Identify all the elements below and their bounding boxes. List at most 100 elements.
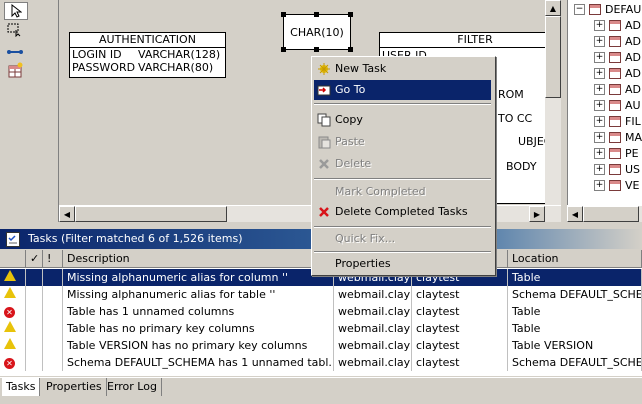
expand-icon[interactable]: +: [594, 163, 605, 175]
tree-item[interactable]: + MA: [568, 129, 642, 145]
folder-cell: claytest: [412, 286, 508, 303]
tree-item[interactable]: + AD: [568, 33, 641, 49]
tree-item[interactable]: + PE: [568, 145, 639, 161]
tree-item[interactable]: + US: [568, 161, 640, 177]
menu-label: Go To: [335, 83, 366, 96]
column-fragment: ROM: [498, 88, 524, 101]
location-cell: Table: [508, 269, 642, 286]
menu-item-delete-completed[interactable]: Delete Completed Tasks: [314, 202, 491, 222]
table-icon: [609, 51, 621, 63]
folder-cell: claytest: [412, 320, 508, 337]
menu-separator: [314, 178, 491, 180]
table-row[interactable]: ✕ Schema DEFAULT_SCHEMA has 1 unnamed tab…: [0, 354, 642, 371]
priority-cell: [43, 337, 63, 354]
severity-cell: ✕: [0, 303, 26, 320]
connection-tool-icon[interactable]: [4, 44, 26, 60]
menu-label: Properties: [335, 257, 391, 270]
outline-tree[interactable]: − DEFAU + AD + AD + AD + AD + AD + AU + FIL + MA + PE + US +…: [567, 0, 642, 222]
tool-palette: [0, 0, 59, 222]
menu-item-go-to[interactable]: Go To: [314, 80, 491, 100]
column-header-completed[interactable]: ✓: [26, 250, 43, 268]
tab-error-log[interactable]: Error Log: [103, 378, 162, 396]
tree-item[interactable]: + FIL: [568, 113, 641, 129]
tree-item[interactable]: + AU: [568, 97, 641, 113]
expand-icon[interactable]: +: [594, 131, 605, 143]
warning-icon: [4, 321, 16, 332]
collapse-icon[interactable]: −: [574, 3, 585, 15]
new-task-icon: [318, 63, 330, 75]
menu-label: Delete Completed Tasks: [335, 205, 468, 218]
scroll-thumb[interactable]: [545, 16, 561, 98]
column-header-checkbox[interactable]: [0, 250, 26, 268]
table-icon: [609, 35, 621, 47]
scroll-left-icon[interactable]: ◀: [59, 206, 75, 222]
table-icon: [609, 83, 621, 95]
expand-icon[interactable]: +: [594, 179, 605, 191]
description-cell: Missing alphanumeric alias for column '': [63, 269, 334, 286]
scroll-right-icon[interactable]: ▶: [529, 206, 545, 222]
menu-separator: [314, 226, 491, 228]
expand-icon[interactable]: +: [594, 35, 605, 47]
tree-root-label: DEFAU: [605, 2, 642, 16]
table-row[interactable]: ✕ Table has 1 unnamed columns webmail.clay…: [0, 303, 642, 320]
scroll-thumb[interactable]: [75, 206, 227, 222]
schema-icon: [589, 3, 601, 15]
menu-item-copy[interactable]: Copy: [314, 110, 491, 130]
copy-icon: [317, 113, 331, 127]
selected-column-box[interactable]: CHAR(10): [281, 12, 353, 52]
tree-item-label: AD: [625, 82, 641, 96]
tree-item-label: AD: [625, 50, 641, 64]
context-menu[interactable]: New Task Go To Copy Paste Delete Mark Co…: [311, 56, 496, 276]
scroll-up-icon[interactable]: ▲: [545, 0, 561, 16]
menu-separator: [314, 103, 491, 105]
warning-icon: [4, 270, 16, 281]
severity-cell: ✕: [0, 354, 26, 371]
scroll-left-icon[interactable]: ◀: [567, 206, 583, 222]
new-table-tool-icon[interactable]: [4, 62, 26, 78]
priority-cell: [43, 303, 63, 320]
tree-item[interactable]: + AD: [568, 65, 641, 81]
column-header-priority[interactable]: !: [43, 250, 63, 268]
tree-horizontal-scrollbar[interactable]: ◀: [567, 205, 642, 222]
tree-item[interactable]: + AD: [568, 49, 641, 65]
expand-icon[interactable]: +: [594, 99, 605, 111]
tree-item[interactable]: + VE: [568, 177, 639, 193]
column-row: LOGIN ID VARCHAR(128): [70, 48, 225, 61]
expand-icon[interactable]: +: [594, 51, 605, 63]
authentication-table[interactable]: AUTHENTICATION LOGIN ID VARCHAR(128) PASS…: [69, 32, 226, 78]
menu-item-new-task[interactable]: New Task: [314, 59, 491, 79]
column-header-description[interactable]: Description: [63, 250, 334, 268]
column-header-location[interactable]: Location: [508, 250, 642, 268]
marquee-tool-icon[interactable]: [4, 22, 26, 38]
expand-icon[interactable]: +: [594, 19, 605, 31]
table-row[interactable]: Table VERSION has no primary key columns…: [0, 337, 642, 354]
column-type: VARCHAR(128): [138, 48, 221, 61]
expand-icon[interactable]: +: [594, 67, 605, 79]
menu-item-properties[interactable]: Properties: [314, 254, 491, 274]
column-name: LOGIN ID: [72, 48, 122, 61]
severity-cell: [0, 269, 26, 286]
tree-item[interactable]: + AD: [568, 81, 641, 97]
expand-icon[interactable]: +: [594, 83, 605, 95]
expand-icon[interactable]: +: [594, 147, 605, 159]
severity-cell: [0, 286, 26, 303]
select-tool-icon[interactable]: [4, 2, 28, 20]
table-row[interactable]: Missing alphanumeric alias for table '' w…: [0, 286, 642, 303]
menu-label: Copy: [335, 113, 363, 126]
tree-item[interactable]: + AD: [568, 17, 641, 33]
menu-item-paste: Paste: [314, 132, 491, 152]
expand-icon[interactable]: +: [594, 115, 605, 127]
error-icon: ✕: [4, 307, 15, 318]
table-icon: [609, 179, 621, 191]
tab-tasks[interactable]: Tasks: [2, 378, 41, 396]
warning-icon: [4, 338, 16, 349]
tree-item-label: AD: [625, 34, 641, 48]
completed-cell: [26, 269, 43, 286]
tab-properties[interactable]: Properties: [42, 378, 107, 396]
scroll-thumb[interactable]: [583, 206, 639, 222]
canvas-vertical-scrollbar[interactable]: ▲: [545, 0, 561, 205]
table-icon: [609, 147, 621, 159]
tree-root[interactable]: − DEFAU: [568, 1, 641, 17]
table-row[interactable]: Table has no primary key columns webmail.…: [0, 320, 642, 337]
resource-cell: webmail.clay: [334, 354, 412, 371]
